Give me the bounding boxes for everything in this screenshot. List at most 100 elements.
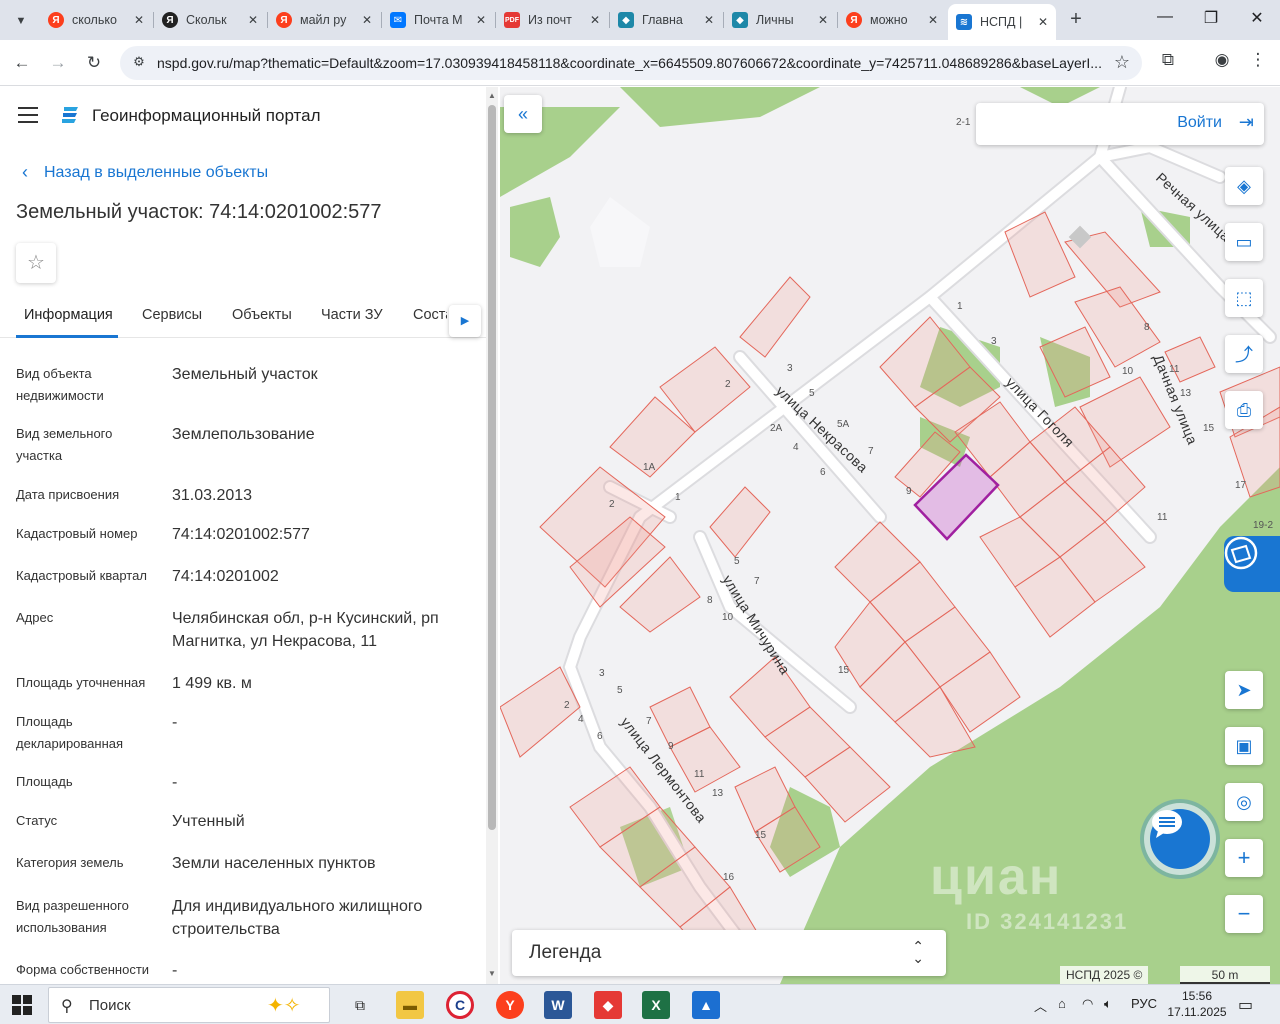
- scrollbar-thumb[interactable]: [488, 105, 496, 830]
- browser-tab[interactable]: Я майл ру ✕: [268, 6, 380, 34]
- back-icon[interactable]: ←: [9, 50, 35, 76]
- svg-text:11: 11: [1169, 364, 1180, 375]
- share-icon[interactable]: ⤴: [1225, 335, 1263, 373]
- login-button[interactable]: Войти ⇥: [976, 103, 1264, 145]
- minimap-icon[interactable]: ▣: [1225, 727, 1263, 765]
- windows-start-icon[interactable]: [12, 995, 32, 1015]
- forward-icon[interactable]: →: [45, 50, 71, 76]
- tray-chevron-icon[interactable]: ︿: [1034, 996, 1047, 1015]
- back-to-selection-link[interactable]: ‹ Назад в выделенные объекты: [22, 162, 268, 183]
- portal-logo-icon: [62, 107, 78, 123]
- map-app-icon: [1224, 536, 1258, 570]
- close-icon[interactable]: ✕: [248, 13, 258, 27]
- tabs-scroll-right-button[interactable]: ▶: [449, 305, 481, 337]
- watermark-logo: циан: [930, 848, 1063, 906]
- word-icon[interactable]: W: [544, 991, 572, 1019]
- svg-text:13: 13: [1180, 388, 1192, 399]
- login-icon: ⇥: [1238, 112, 1254, 132]
- notifications-icon[interactable]: ▭: [1238, 995, 1253, 1015]
- photos-icon[interactable]: ▲: [692, 991, 720, 1019]
- close-icon[interactable]: ✕: [928, 13, 938, 27]
- tray-volume-icon[interactable]: 🔈︎: [1104, 996, 1112, 1012]
- tab-parts[interactable]: Части ЗУ: [321, 307, 383, 323]
- close-icon[interactable]: ✕: [362, 13, 372, 27]
- taskbar-clock[interactable]: 15:56 17.11.2025: [1166, 988, 1228, 1020]
- excel-icon[interactable]: X: [642, 991, 670, 1019]
- layers-icon[interactable]: ◈: [1225, 167, 1263, 205]
- language-indicator[interactable]: РУС: [1131, 996, 1157, 1011]
- menu-dots-icon[interactable]: ⋮: [1245, 50, 1271, 70]
- browser-tab-active[interactable]: ≋ НСПД | ✕: [948, 4, 1056, 40]
- taskbar-search[interactable]: ⚲ Поиск ✦✧: [48, 987, 330, 1023]
- browser-tab[interactable]: Я можно ✕: [838, 6, 946, 34]
- legend-dropdown[interactable]: Легенда ⌃ ⌄: [512, 930, 946, 976]
- close-icon[interactable]: ✕: [1038, 15, 1048, 29]
- address-bar[interactable]: ⚙ nspd.gov.ru/map?thematic=Default&zoom=…: [120, 46, 1142, 80]
- scroll-down-icon[interactable]: ▼: [488, 969, 496, 978]
- restore-button[interactable]: ❐: [1196, 8, 1226, 28]
- panel-scrollbar[interactable]: ▲ ▼: [486, 87, 498, 984]
- svg-text:17: 17: [1235, 480, 1247, 491]
- select-area-icon[interactable]: ⬚: [1225, 279, 1263, 317]
- tab-information[interactable]: Информация: [24, 307, 113, 323]
- new-tab-button[interactable]: +: [1064, 8, 1088, 31]
- tray-network-icon[interactable]: ⌂: [1058, 996, 1066, 1011]
- svg-text:15: 15: [755, 830, 767, 841]
- tab-search-dropdown[interactable]: ▼: [8, 8, 34, 34]
- url-text[interactable]: nspd.gov.ru/map?thematic=Default&zoom=17…: [157, 55, 1103, 71]
- zoom-in-button[interactable]: +: [1225, 839, 1263, 877]
- svg-text:2-1: 2-1: [956, 117, 971, 128]
- profile-icon[interactable]: ◉: [1209, 50, 1235, 70]
- browser-tab[interactable]: Я Скольк ✕: [154, 6, 266, 34]
- svg-text:3: 3: [991, 336, 997, 347]
- close-icon[interactable]: ✕: [476, 13, 486, 27]
- tray-wifi-icon[interactable]: ◠: [1082, 996, 1093, 1012]
- close-icon[interactable]: ✕: [590, 13, 600, 27]
- yandex-browser-icon[interactable]: Y: [496, 991, 524, 1019]
- file-explorer-icon[interactable]: ▬: [396, 991, 424, 1019]
- svg-text:2: 2: [564, 700, 570, 711]
- svg-text:1А: 1А: [643, 462, 656, 473]
- map-scale: 50 m: [1180, 966, 1270, 984]
- close-icon[interactable]: ✕: [134, 13, 144, 27]
- collapse-panel-button[interactable]: «: [504, 95, 542, 133]
- tab-composition[interactable]: Соста: [413, 307, 447, 323]
- tab-services[interactable]: Сервисы: [142, 307, 202, 323]
- close-icon[interactable]: ✕: [704, 13, 714, 27]
- external-service-button[interactable]: [1224, 536, 1280, 592]
- close-icon[interactable]: ✕: [818, 13, 828, 27]
- extensions-icon[interactable]: ⧉: [1155, 50, 1181, 70]
- browser-tab[interactable]: ✉ Почта М ✕: [382, 6, 494, 34]
- chat-button[interactable]: [1150, 809, 1210, 869]
- svg-text:5А: 5А: [837, 419, 850, 430]
- svg-text:7: 7: [646, 716, 652, 727]
- print-icon[interactable]: ⎙: [1225, 391, 1263, 429]
- zoom-out-button[interactable]: −: [1225, 895, 1263, 933]
- cadastral-map[interactable]: улица Некрасова улица Гоголя улица Мичур…: [500, 87, 1280, 984]
- map-attribution[interactable]: НСПД 2025 ©: [1060, 966, 1149, 984]
- browser-tab[interactable]: Я сколько ✕: [40, 6, 152, 34]
- task-view-icon[interactable]: ⧉: [346, 991, 374, 1019]
- svg-text:6: 6: [820, 467, 826, 478]
- search-location-icon[interactable]: ◎: [1225, 783, 1263, 821]
- yandex-icon: Я: [162, 12, 178, 28]
- menu-icon[interactable]: [18, 107, 38, 123]
- tab-objects[interactable]: Объекты: [232, 307, 292, 323]
- browser-tab[interactable]: PDF Из почт ✕: [496, 6, 608, 34]
- browser-tab[interactable]: ◆ Личны ✕: [724, 6, 836, 34]
- reload-icon[interactable]: ↻: [81, 50, 107, 76]
- geolocation-icon[interactable]: ➤: [1225, 671, 1263, 709]
- bookmark-star-icon[interactable]: ☆: [1114, 52, 1130, 73]
- portal-title: Геоинформационный портал: [92, 106, 321, 125]
- close-window-button[interactable]: ✕: [1242, 8, 1272, 28]
- browser-tab[interactable]: ◆ Главна ✕: [610, 6, 722, 34]
- chat-icon: [1152, 810, 1182, 838]
- favorite-star-button[interactable]: ☆: [16, 243, 56, 283]
- minimize-button[interactable]: —: [1150, 8, 1180, 26]
- scroll-up-icon[interactable]: ▲: [488, 91, 496, 100]
- site-info-icon[interactable]: ⚙: [130, 54, 148, 72]
- anydesk-icon[interactable]: ◆: [594, 991, 622, 1019]
- ruler-icon[interactable]: ▭: [1225, 223, 1263, 261]
- sparkle-icon: ✦✧: [267, 995, 301, 1017]
- browser-app-icon[interactable]: C: [446, 991, 474, 1019]
